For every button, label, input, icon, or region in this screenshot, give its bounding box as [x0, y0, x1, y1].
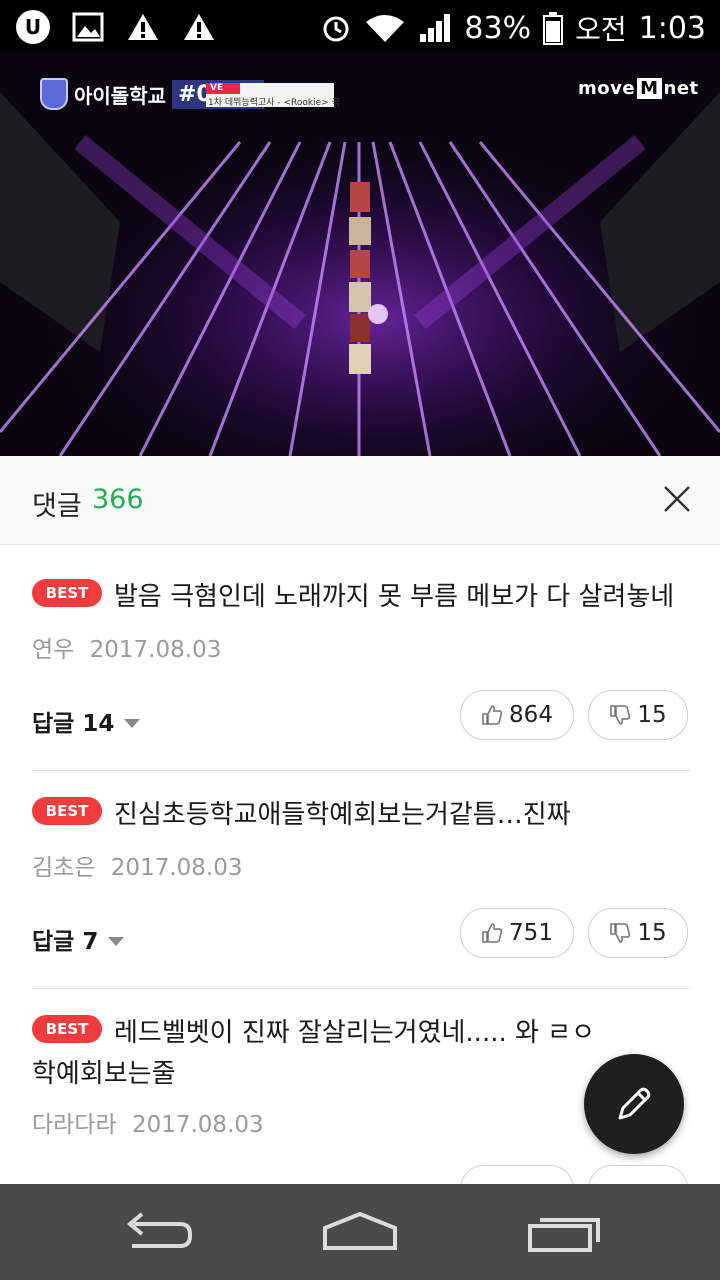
comments-header: 댓글 366 [0, 456, 720, 545]
video-player[interactable]: 아이돌학교 #0199 VE 1차 데뷔능력고사 - <Rookie> 곡 mo… [0, 52, 720, 456]
comment-date: 2017.08.03 [131, 1112, 264, 1138]
best-badge: BEST [32, 797, 102, 825]
comment-meta: 김초은 2017.08.03 [32, 848, 243, 882]
chevron-down-icon [124, 718, 141, 728]
home-icon[interactable] [315, 1202, 405, 1262]
back-icon[interactable] [114, 1202, 204, 1262]
comment-text: 발음 극혐인데 노래까지 못 부름 메보가 다 살려놓네 [114, 582, 675, 612]
thumbs-up-icon [482, 923, 503, 943]
dislike-button[interactable]: 15 [588, 690, 688, 740]
wifi-alert-icon [128, 14, 158, 40]
shield-icon [40, 78, 68, 110]
like-count: 864 [509, 702, 553, 728]
video-caption: VE 1차 데뷔능력고사 - <Rookie> 곡 [206, 83, 340, 108]
clock: 1:03 [638, 10, 706, 46]
pencil-icon [618, 1087, 651, 1120]
recent-apps-icon[interactable] [518, 1202, 608, 1262]
u-plus-icon: U [16, 10, 50, 44]
comments-count: 366 [92, 484, 144, 515]
comment-date: 2017.08.03 [89, 637, 222, 663]
comment-text: 진심초등학교애들학예회보는거같틈…진짜 [114, 800, 571, 830]
write-comment-button[interactable] [584, 1054, 684, 1154]
caption-text: 1차 데뷔능력고사 - <Rookie> 곡 [208, 98, 340, 108]
best-badge: BEST [32, 579, 102, 607]
comment-text-line1: 레드벨벳이 진짜 잘살리는거였네..... 와 ㄹㅇ [114, 1018, 596, 1048]
thumbs-down-icon [610, 923, 631, 943]
stage-image [0, 52, 720, 456]
comment-text-line2: 학예회보는줄 [32, 1059, 176, 1089]
chevron-down-icon [108, 936, 125, 946]
image-icon [72, 12, 104, 42]
comment-date: 2017.08.03 [110, 855, 243, 881]
navigation-bar [0, 1184, 720, 1280]
comments-label: 댓글 [32, 491, 82, 522]
best-badge: BEST [32, 1015, 102, 1043]
battery-icon [543, 12, 564, 45]
dislike-button[interactable] [588, 1165, 688, 1184]
reply-toggle[interactable]: 답글 14 [32, 704, 141, 738]
like-button[interactable]: 864 [460, 690, 574, 740]
like-button[interactable]: 751 [460, 908, 574, 958]
comment-author: 연우 [32, 637, 75, 663]
status-bar: U 83% 오전 1:03 [0, 0, 720, 52]
dislike-count: 15 [637, 702, 667, 728]
thumbs-down-icon [610, 705, 631, 725]
battery-percent: 83% [464, 10, 532, 46]
comment-author: 다라다라 [32, 1112, 117, 1138]
dislike-button[interactable]: 15 [588, 908, 688, 958]
like-button[interactable] [460, 1165, 574, 1184]
warning-icon [184, 14, 214, 40]
like-count: 751 [509, 920, 553, 946]
comment-meta: 연우 2017.08.03 [32, 630, 221, 664]
reply-toggle[interactable]: 답글 7 [32, 922, 125, 956]
comment-meta: 다라다라 2017.08.03 [32, 1105, 264, 1139]
comment-author: 김초은 [32, 855, 96, 881]
dislike-count: 15 [637, 920, 667, 946]
close-icon[interactable] [660, 482, 694, 516]
channel-logo: move Mnet [578, 78, 699, 99]
comment-item: BEST 발음 극혐인데 노래까지 못 부름 메보가 다 살려놓네 연우 201… [0, 544, 720, 770]
alarm-icon [323, 16, 349, 42]
show-title: 아이돌학교 [74, 83, 166, 108]
signal-icon [420, 14, 451, 42]
wifi-icon [366, 15, 405, 42]
thumbs-up-icon [482, 705, 503, 725]
comment-item: BEST 진심초등학교애들학예회보는거같틈…진짜 김초은 2017.08.03 … [0, 771, 720, 987]
caption-tag: VE [206, 83, 240, 94]
time-period: 오전 [575, 13, 627, 46]
